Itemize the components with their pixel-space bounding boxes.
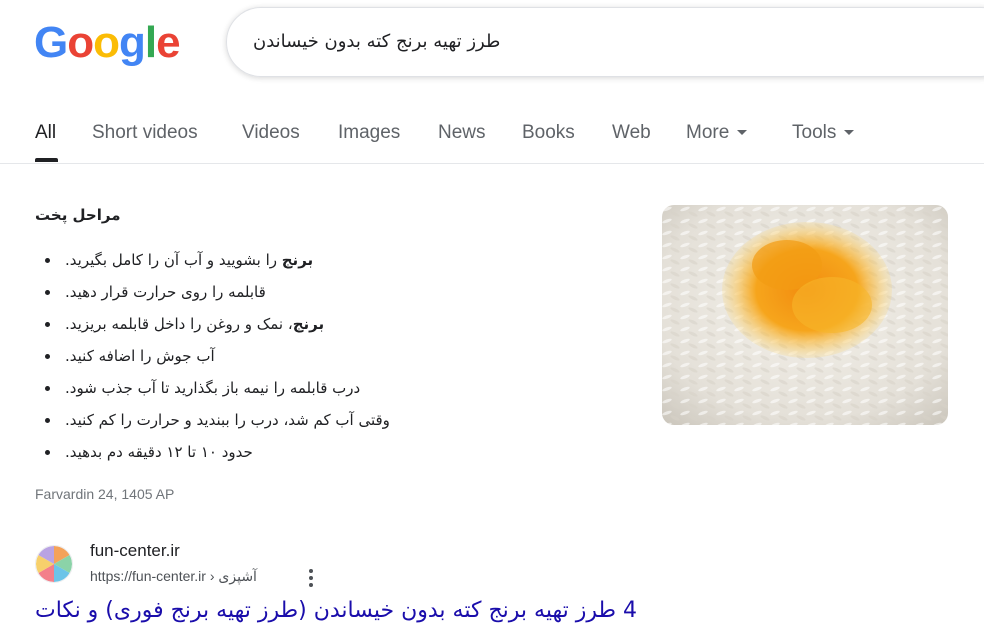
list-item: برنج، نمک و روغن را داخل قابلمه بریزید. xyxy=(30,312,390,344)
active-tab-indicator xyxy=(35,158,58,162)
search-tabs: All Short videos Videos Images News Book… xyxy=(0,105,984,164)
tools-button[interactable]: Tools xyxy=(792,122,855,144)
bullet-icon xyxy=(45,418,50,423)
tab-news[interactable]: News xyxy=(438,122,486,144)
snippet-date: Farvardin 24, 1405 AP xyxy=(35,486,175,502)
steps-list: برنج را بشویید و آب آن را کامل بگیرید. ق… xyxy=(30,248,390,472)
step-text: درب قابلمه را نیمه باز بگذارید تا آب جذب… xyxy=(65,379,361,397)
tab-more-label: More xyxy=(686,122,730,143)
search-bar[interactable]: طرز تهیه برنج کته بدون خیساندن xyxy=(226,7,984,77)
rice-thumbnail-image[interactable] xyxy=(662,205,948,425)
logo-letter: l xyxy=(144,18,157,67)
step-text: ، نمک و روغن را داخل قابلمه بریزید. xyxy=(65,315,293,333)
logo-letter: o xyxy=(67,18,94,67)
bullet-icon xyxy=(45,450,50,455)
google-logo[interactable]: Google xyxy=(34,18,181,68)
url-text: https://fun-center.ir xyxy=(90,568,206,584)
tab-images[interactable]: Images xyxy=(338,122,400,144)
logo-letter: G xyxy=(34,18,68,67)
bullet-icon xyxy=(45,258,50,263)
more-options-icon[interactable] xyxy=(306,568,316,588)
logo-letter: o xyxy=(93,18,120,67)
tools-label: Tools xyxy=(792,122,837,143)
bullet-icon xyxy=(45,322,50,327)
list-item: قابلمه را روی حرارت قرار دهید. xyxy=(30,280,390,312)
result-title-link[interactable]: 4 طرز تهیه برنج کته بدون خیساندن (طرز ته… xyxy=(35,598,637,623)
list-item: درب قابلمه را نیمه باز بگذارید تا آب جذب… xyxy=(30,376,390,408)
logo-letter: e xyxy=(156,18,181,67)
bullet-icon xyxy=(45,290,50,295)
url-breadcrumb: آشپزی xyxy=(218,569,257,585)
step-text: آب جوش را اضافه کنید. xyxy=(65,347,215,365)
tab-books[interactable]: Books xyxy=(522,122,575,144)
site-favicon-icon[interactable] xyxy=(35,545,73,583)
url-separator: › xyxy=(209,568,215,584)
search-input[interactable]: طرز تهیه برنج کته بدون خیساندن xyxy=(253,31,500,52)
tab-short-videos[interactable]: Short videos xyxy=(92,122,198,144)
step-text: وقتی آب کم شد، درب را ببندید و حرارت را … xyxy=(65,411,390,429)
tab-more[interactable]: More xyxy=(686,122,748,144)
step-text: حدود ۱۰ تا ۱۲ دقیقه دم بدهید. xyxy=(65,443,253,461)
step-bold-text: برنج xyxy=(292,315,325,333)
logo-letter: g xyxy=(119,18,146,67)
step-bold-text: برنج xyxy=(281,251,314,269)
rice-photo xyxy=(662,205,948,425)
step-text: قابلمه را روی حرارت قرار دهید. xyxy=(65,283,266,301)
step-text: را بشویید و آب آن را کامل بگیرید. xyxy=(65,251,282,269)
result-url[interactable]: https://fun-center.ir › آشپزی xyxy=(90,568,257,585)
result-site-name[interactable]: fun-center.ir xyxy=(90,541,180,561)
chevron-down-icon xyxy=(844,130,855,136)
chevron-down-icon xyxy=(737,130,748,136)
tab-videos[interactable]: Videos xyxy=(242,122,300,144)
list-item: آب جوش را اضافه کنید. xyxy=(30,344,390,376)
list-item: برنج را بشویید و آب آن را کامل بگیرید. xyxy=(30,248,390,280)
snippet-title: مراحل پخت xyxy=(35,206,121,224)
list-item: حدود ۱۰ تا ۱۲ دقیقه دم بدهید. xyxy=(30,440,390,472)
tab-all[interactable]: All xyxy=(35,122,56,144)
bullet-icon xyxy=(45,354,50,359)
bullet-icon xyxy=(45,386,50,391)
pinwheel-icon xyxy=(36,546,72,582)
list-item: وقتی آب کم شد، درب را ببندید و حرارت را … xyxy=(30,408,390,440)
tab-web[interactable]: Web xyxy=(612,122,651,144)
